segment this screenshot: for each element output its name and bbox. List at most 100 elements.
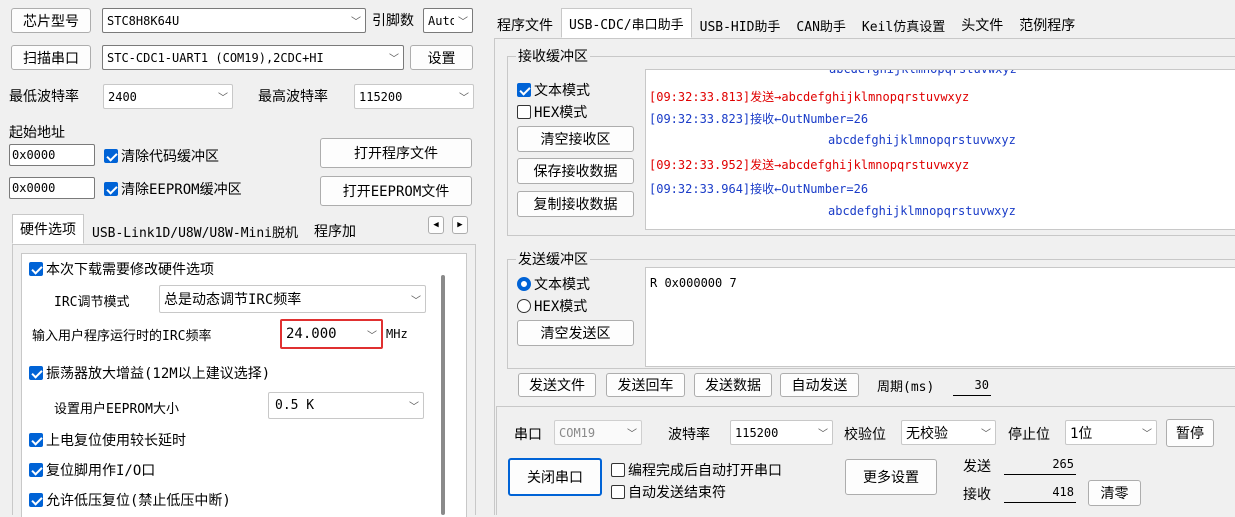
sent-count-label: 发送 (963, 459, 991, 475)
low-voltage-reset-checkbox[interactable]: 允许低压复位(禁止低压中断) (29, 490, 231, 510)
parity-select[interactable]: 无校验 ﹀ (901, 420, 996, 445)
pin-count-select[interactable]: Auto ﹀ (423, 8, 473, 33)
irc-mode-select[interactable]: 总是动态调节IRC频率 ﹀ (159, 285, 426, 313)
scan-port-button[interactable]: 扫描串口 (11, 45, 91, 70)
recv-hex-mode-checkbox[interactable]: HEX模式 (517, 102, 587, 122)
auto-open-port-label: 编程完成后自动打开串口 (628, 463, 782, 479)
tab-usb-hid[interactable]: USB-HID助手 (692, 12, 789, 38)
max-baud-value: 115200 (359, 89, 403, 104)
port-select[interactable]: STC-CDC1-UART1 (COM19),2CDC+HI ﹀ (102, 45, 404, 70)
tab-program-file[interactable]: 程序文件 (489, 12, 561, 38)
send-hex-mode-radio[interactable]: HEX模式 (517, 296, 587, 316)
reset-delay-checkbox[interactable]: 上电复位使用较长延时 (29, 430, 186, 450)
start-address-label: 起始地址 (9, 125, 65, 141)
send-data-button[interactable]: 发送数据 (694, 373, 772, 397)
clear-receive-button[interactable]: 清空接收区 (517, 126, 634, 152)
reset-pin-io-checkbox[interactable]: 复位脚用作I/O口 (29, 460, 155, 480)
clear-code-label: 清除代码缓冲区 (121, 149, 219, 165)
checkbox-checked-icon (104, 149, 118, 163)
eeprom-size-select[interactable]: 0.5 K ﹀ (268, 392, 424, 419)
pin-count-value: Auto (428, 13, 454, 28)
send-enter-button[interactable]: 发送回车 (606, 373, 685, 397)
tab-scroll-right-button[interactable]: ▶ (452, 216, 468, 234)
send-file-button[interactable]: 发送文件 (518, 373, 596, 397)
log-line: [09:32:33.964]接收←OutNumber=26 (649, 180, 868, 197)
copy-receive-button[interactable]: 复制接收数据 (517, 191, 634, 217)
irc-freq-unit: MHz (386, 327, 408, 341)
auto-send-button[interactable]: 自动发送 (780, 373, 859, 397)
log-line-text: abcdefghijklmnopqrstuvwxyz (828, 133, 1016, 147)
checkbox-unchecked-icon (517, 105, 531, 119)
chevron-down-icon: ﹀ (218, 93, 228, 104)
irc-freq-select[interactable]: 24.000 ﹀ (280, 319, 383, 349)
send-input[interactable]: R 0x000000 7 (645, 267, 1235, 367)
chip-model-button[interactable]: 芯片型号 (11, 8, 91, 33)
baud-label: 波特率 (668, 427, 710, 443)
recv-text-mode-label: 文本模式 (534, 83, 590, 99)
code-address-input[interactable]: 0x0000 (9, 144, 95, 166)
osc-gain-label: 振荡器放大增益(12M以上建议选择) (46, 366, 271, 382)
stop-bits-select[interactable]: 1位 ﹀ (1065, 420, 1157, 445)
send-input-value: R 0x000000 7 (650, 276, 737, 290)
hardware-scrollbar[interactable] (441, 275, 445, 515)
baud-select[interactable]: 115200 ﹀ (730, 420, 833, 445)
settings-button[interactable]: 设置 (410, 45, 473, 70)
checkbox-checked-icon (29, 433, 43, 447)
recv-text-mode-checkbox[interactable]: 文本模式 (517, 80, 590, 100)
serial-port-value: COM19 (559, 425, 596, 440)
log-line: [09:32:33.813]发送→abcdefghijklmnopqrstuvw… (649, 88, 969, 105)
modify-hw-checkbox[interactable]: 本次下载需要修改硬件选项 (29, 259, 214, 279)
close-port-button[interactable]: 关闭串口 (508, 458, 602, 496)
triangle-right-icon: ▶ (457, 220, 463, 230)
clear-counters-button[interactable]: 清零 (1088, 480, 1141, 506)
open-program-file-button[interactable]: 打开程序文件 (320, 138, 472, 168)
baud-value: 115200 (735, 425, 779, 440)
tab-scroll-left-button[interactable]: ◀ (428, 216, 444, 234)
save-receive-button[interactable]: 保存接收数据 (517, 158, 634, 184)
tab-keil-sim[interactable]: Keil仿真设置 (854, 12, 953, 38)
osc-gain-checkbox[interactable]: 振荡器放大增益(12M以上建议选择) (29, 363, 270, 383)
tab-usb-link[interactable]: USB-Link1D/U8W/U8W-Mini脱机 (84, 218, 306, 244)
clear-code-checkbox[interactable]: 清除代码缓冲区 (104, 146, 219, 166)
chip-model-select[interactable]: STC8H8K64U ﹀ (102, 8, 366, 33)
min-baud-select[interactable]: 2400 ﹀ (103, 84, 233, 109)
clear-eeprom-label: 清除EEPROM缓冲区 (121, 182, 242, 198)
chevron-down-icon: ﹀ (818, 429, 828, 440)
send-text-mode-radio[interactable]: 文本模式 (517, 274, 590, 294)
port-value: STC-CDC1-UART1 (COM19),2CDC+HI (107, 50, 324, 65)
more-settings-button[interactable]: 更多设置 (845, 459, 937, 495)
auto-send-terminator-label: 自动发送结束符 (628, 485, 726, 501)
log-line-text: OutNumber=26 (781, 112, 869, 126)
eeprom-address-input[interactable]: 0x0000 (9, 177, 95, 199)
tab-can[interactable]: CAN助手 (788, 12, 853, 38)
chevron-down-icon: ﹀ (458, 17, 468, 28)
tab-examples[interactable]: 范例程序 (1011, 12, 1083, 38)
min-baud-label: 最低波特率 (9, 89, 79, 105)
clear-send-button[interactable]: 清空发送区 (517, 320, 634, 346)
clear-eeprom-checkbox[interactable]: 清除EEPROM缓冲区 (104, 179, 242, 199)
auto-send-terminator-checkbox[interactable]: 自动发送结束符 (611, 482, 726, 502)
tab-program-encrypt[interactable]: 程序加 (306, 218, 364, 244)
chip-model-value: STC8H8K64U (107, 13, 180, 28)
receive-group-title: 接收缓冲区 (516, 46, 590, 66)
open-eeprom-file-button[interactable]: 打开EEPROM文件 (320, 176, 472, 206)
code-address-value: 0x0000 (12, 148, 56, 162)
max-baud-select[interactable]: 115200 ﹀ (354, 84, 474, 109)
irc-freq-value: 24.000 (286, 326, 337, 342)
auto-open-port-checkbox[interactable]: 编程完成后自动打开串口 (611, 460, 782, 480)
reset-pin-io-label: 复位脚用作I/O口 (46, 463, 156, 479)
tab-usb-cdc-serial[interactable]: USB-CDC/串口助手 (561, 8, 692, 38)
min-baud-value: 2400 (108, 89, 137, 104)
sent-count-value: 265 (1004, 457, 1076, 475)
send-hex-mode-label: HEX模式 (534, 299, 588, 315)
period-input[interactable]: 30 (953, 378, 991, 396)
tab-header-files[interactable]: 头文件 (953, 12, 1011, 38)
stop-bits-value: 1位 (1070, 425, 1093, 442)
recv-hex-mode-label: HEX模式 (534, 105, 588, 121)
log-line-prefix: [09:32:33.964]接收← (649, 182, 782, 196)
chevron-down-icon: ﹀ (627, 429, 637, 440)
pause-button[interactable]: 暂停 (1166, 419, 1214, 447)
eeprom-address-value: 0x0000 (12, 181, 56, 195)
serial-port-select[interactable]: COM19 ﹀ (554, 420, 642, 445)
tab-hardware-options[interactable]: 硬件选项 (12, 214, 84, 244)
